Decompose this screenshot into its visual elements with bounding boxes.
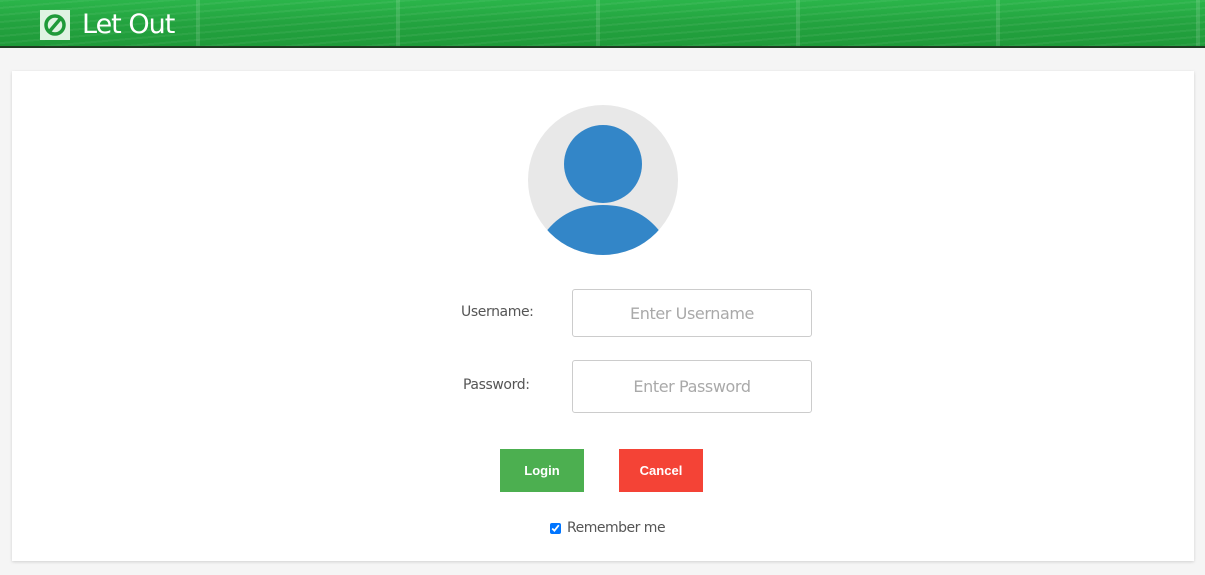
app-title: Let Out bbox=[82, 9, 175, 40]
letout-logo-icon bbox=[40, 10, 70, 40]
username-input[interactable] bbox=[572, 289, 812, 337]
remember-me[interactable]: Remember me bbox=[550, 518, 666, 538]
username-label: Username: bbox=[461, 304, 534, 320]
app-header: Let Out bbox=[0, 0, 1205, 48]
remember-me-label[interactable]: Remember me bbox=[567, 520, 666, 536]
login-card: Username: Password: Login Cancel Remembe… bbox=[12, 71, 1194, 561]
password-input[interactable] bbox=[572, 360, 812, 413]
remember-me-checkbox[interactable] bbox=[550, 522, 561, 534]
password-label: Password: bbox=[463, 377, 530, 393]
logo[interactable]: Let Out bbox=[40, 9, 175, 40]
login-button[interactable]: Login bbox=[500, 449, 584, 492]
user-avatar-icon bbox=[528, 105, 678, 255]
cancel-button[interactable]: Cancel bbox=[619, 449, 703, 492]
